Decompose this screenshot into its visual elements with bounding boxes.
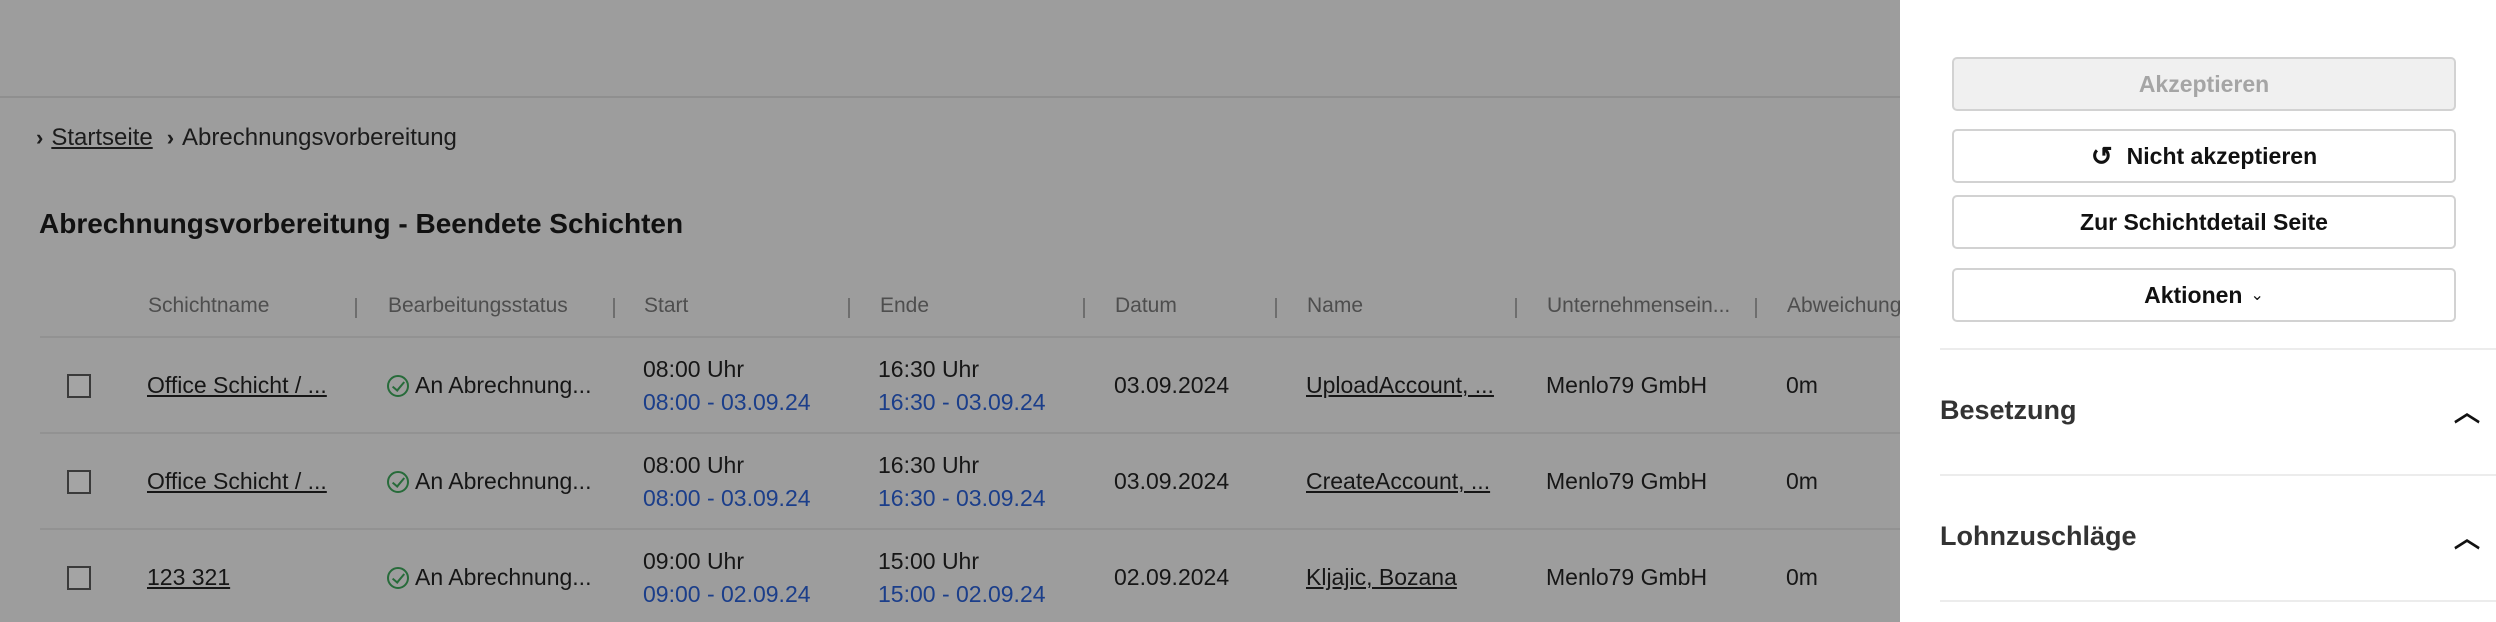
breadcrumb: › Startseite › Abrechnungsvorbereitung [36, 124, 471, 152]
start-cell: 08:00 Uhr 08:00 - 03.09.24 [643, 452, 811, 512]
chevron-down-icon: ⌄ [2250, 287, 2264, 304]
chevron-up-icon[interactable]: ︿ [2454, 392, 2480, 429]
employee-name-link[interactable]: UploadAccount, ... [1306, 372, 1494, 399]
shift-name-link[interactable]: 123 321 [147, 564, 230, 591]
start-cell: 09:00 Uhr 09:00 - 02.09.24 [643, 548, 811, 608]
end-detail: 15:00 - 02.09.24 [878, 581, 1046, 607]
status-text: An Abrechnung... [415, 564, 592, 590]
shift-detail-button[interactable]: Zur Schichtdetail Seite [1952, 195, 2456, 249]
status-text: An Abrechnung... [415, 372, 592, 398]
section-besetzung[interactable]: Besetzung ︿ [1940, 392, 2480, 429]
table-row[interactable]: Office Schicht / ... An Abrechnung... 08… [40, 432, 1900, 528]
table-header: Schichtname Bearbeitungsstatus Start End… [40, 284, 1901, 334]
col-datum[interactable]: Datum [1115, 294, 1177, 318]
divider [1940, 348, 2496, 350]
col-unternehmenseinheit[interactable]: Unternehmensein... [1547, 294, 1730, 318]
accept-button[interactable]: Akzeptieren [1952, 57, 2456, 111]
end-cell: 16:30 Uhr 16:30 - 03.09.24 [878, 452, 1046, 512]
top-bar [0, 0, 1900, 98]
divider [1940, 600, 2496, 602]
end-time: 15:00 Uhr [878, 548, 980, 574]
check-circle-icon [387, 566, 409, 589]
actions-dropdown-label: Aktionen [2144, 281, 2243, 308]
check-circle-icon [387, 374, 409, 397]
end-detail: 16:30 - 03.09.24 [878, 389, 1046, 415]
status-cell: An Abrechnung... [387, 564, 591, 591]
date-cell: 02.09.2024 [1114, 564, 1230, 590]
shift-name-link[interactable]: Office Schicht / ... [147, 372, 327, 399]
reject-button-label: Nicht akzeptieren [2126, 142, 2318, 169]
start-detail: 08:00 - 03.09.24 [643, 389, 811, 415]
reject-button[interactable]: ↺ Nicht akzeptieren [1952, 129, 2456, 183]
chevron-up-icon[interactable]: ︿ [2454, 518, 2480, 555]
end-time: 16:30 Uhr [878, 356, 980, 382]
breadcrumb-current: Abrechnungsvorbereitung [182, 124, 457, 151]
column-resize-handle[interactable] [1755, 298, 1757, 318]
check-circle-icon [387, 470, 409, 493]
page-title: Abrechnungsvorbereitung - Beendete Schic… [39, 208, 684, 239]
end-cell: 15:00 Uhr 15:00 - 02.09.24 [878, 548, 1046, 608]
shift-detail-button-label: Zur Schichtdetail Seite [2080, 208, 2328, 235]
employee-name-link[interactable]: CreateAccount, ... [1306, 468, 1490, 495]
deviation-cell: 0m [1786, 468, 1818, 494]
row-checkbox[interactable] [67, 566, 91, 590]
status-cell: An Abrechnung... [387, 372, 591, 399]
column-resize-handle[interactable] [848, 298, 850, 318]
deviation-cell: 0m [1786, 564, 1818, 590]
undo-icon: ↺ [2090, 140, 2113, 171]
table-row[interactable]: Office Schicht / ... An Abrechnung... 08… [40, 336, 1900, 432]
deviation-cell: 0m [1786, 372, 1818, 398]
company-cell: Menlo79 GmbH [1546, 372, 1708, 398]
divider [1940, 474, 2496, 476]
actions-dropdown[interactable]: Aktionen ⌄ [1952, 268, 2456, 322]
section-lohnzuschlaege[interactable]: Lohnzuschläge ︿ [1940, 518, 2480, 555]
status-text: An Abrechnung... [415, 468, 592, 494]
chevron-right-icon: › [166, 125, 175, 150]
section-lohnzuschlaege-title: Lohnzuschläge [1940, 521, 2137, 551]
start-time: 08:00 Uhr [643, 356, 745, 382]
start-detail: 08:00 - 03.09.24 [643, 485, 811, 511]
company-cell: Menlo79 GmbH [1546, 468, 1708, 494]
start-cell: 08:00 Uhr 08:00 - 03.09.24 [643, 356, 811, 416]
side-panel: Akzeptieren ↺ Nicht akzeptieren Zur Schi… [1900, 0, 2496, 622]
column-resize-handle[interactable] [1515, 298, 1517, 318]
column-resize-handle[interactable] [1275, 298, 1277, 318]
start-time: 08:00 Uhr [643, 452, 745, 478]
row-checkbox[interactable] [67, 470, 91, 494]
col-schichtname[interactable]: Schichtname [148, 294, 269, 318]
breadcrumb-home[interactable]: Startseite [51, 124, 152, 152]
row-checkbox[interactable] [67, 374, 91, 398]
section-besetzung-title: Besetzung [1940, 395, 2077, 425]
chevron-right-icon: › [36, 125, 44, 150]
column-resize-handle[interactable] [1083, 298, 1085, 318]
company-cell: Menlo79 GmbH [1546, 564, 1708, 590]
main-content-dimmed: › Startseite › Abrechnungsvorbereitung A… [0, 0, 1901, 622]
col-ende[interactable]: Ende [880, 294, 929, 318]
start-time: 09:00 Uhr [643, 548, 745, 574]
start-detail: 09:00 - 02.09.24 [643, 581, 811, 607]
shift-name-link[interactable]: Office Schicht / ... [147, 468, 327, 495]
status-cell: An Abrechnung... [387, 468, 591, 495]
col-name[interactable]: Name [1307, 294, 1363, 318]
column-resize-handle[interactable] [355, 298, 357, 318]
col-start[interactable]: Start [644, 294, 688, 318]
date-cell: 03.09.2024 [1114, 468, 1230, 494]
column-resize-handle[interactable] [613, 298, 615, 318]
accept-button-label: Akzeptieren [2138, 70, 2270, 97]
end-time: 16:30 Uhr [878, 452, 980, 478]
col-abweichung[interactable]: Abweichung [1787, 294, 1901, 318]
employee-name-link[interactable]: Kljajic, Bozana [1306, 564, 1457, 591]
col-bearbeitungsstatus[interactable]: Bearbeitungsstatus [388, 294, 568, 318]
date-cell: 03.09.2024 [1114, 372, 1230, 398]
end-cell: 16:30 Uhr 16:30 - 03.09.24 [878, 356, 1046, 416]
table-row[interactable]: 123 321 An Abrechnung... 09:00 Uhr 09:00… [40, 528, 1900, 622]
end-detail: 16:30 - 03.09.24 [878, 485, 1046, 511]
